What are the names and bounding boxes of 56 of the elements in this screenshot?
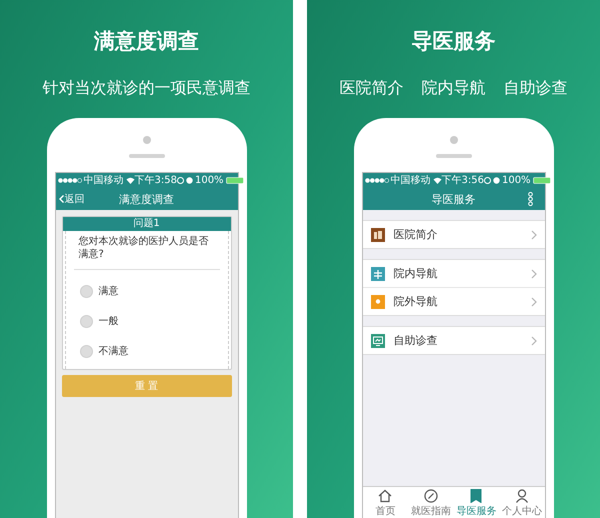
carrier-label: 中国移动: [390, 174, 430, 186]
chevron-right-icon: [530, 230, 536, 240]
compass-icon: [424, 489, 438, 503]
wifi-icon: [126, 177, 134, 184]
tab[interactable]: 首页: [362, 487, 408, 518]
promo-tagline: 医院简介: [340, 78, 404, 98]
option-label: 一般: [98, 315, 118, 328]
signal-icon: [364, 178, 388, 183]
status-time: 下午3:58: [134, 174, 177, 186]
option-label: 不满意: [98, 344, 128, 358]
home-icon: [378, 489, 392, 503]
more-icon[interactable]: [528, 192, 532, 206]
promo-tagline: 自助诊查: [504, 78, 568, 98]
answer-option[interactable]: 不满意: [66, 336, 228, 366]
back-button[interactable]: 返回: [58, 192, 84, 206]
menu-item[interactable]: 医院简介: [362, 221, 544, 248]
battery-label: 100%: [194, 174, 224, 186]
question-header: 问题1: [62, 217, 230, 231]
tab[interactable]: 导医服务: [454, 487, 499, 518]
chevron-right-icon: [530, 336, 536, 346]
lock-icon: [176, 177, 184, 184]
menu-item[interactable]: 院内导航: [362, 260, 544, 287]
camera-icon: [450, 136, 458, 144]
screen-title: 满意度调查: [119, 192, 174, 206]
person-icon: [514, 489, 529, 503]
chevron-left-icon: [58, 195, 64, 203]
battery-label: 100%: [502, 174, 531, 186]
question-text: 您对本次就诊的医护人员是否满意?: [78, 235, 210, 261]
tab[interactable]: 就医指南: [408, 487, 454, 518]
chevron-right-icon: [530, 268, 536, 278]
status-time: 下午3:56: [442, 174, 484, 186]
carrier-label: 中国移动: [84, 174, 124, 186]
tab[interactable]: 个人中心: [499, 487, 544, 518]
radio-button[interactable]: [80, 284, 92, 298]
alarm-icon: [492, 177, 500, 184]
earpiece-icon: [128, 154, 164, 158]
option-label: 满意: [98, 284, 118, 298]
answer-option[interactable]: 一般: [66, 306, 228, 336]
alarm-icon: [186, 177, 193, 184]
radio-button[interactable]: [80, 314, 92, 328]
lock-icon: [484, 177, 491, 184]
screen-title: 导医服务: [432, 192, 476, 206]
chevron-right-icon: [530, 296, 536, 306]
promo-tagline: 院内导航: [422, 78, 486, 98]
menu-item[interactable]: 自助诊查: [362, 327, 544, 354]
bookmark-icon: [469, 489, 484, 503]
radio-button[interactable]: [80, 344, 92, 358]
signal-icon: [58, 178, 82, 183]
earpiece-icon: [436, 154, 472, 158]
wifi-icon: [432, 177, 442, 184]
promo-tagline: 针对当次就诊的一项民意调查: [42, 78, 250, 98]
promo-title: 满意度调查: [94, 28, 199, 54]
promo-title: 导医服务: [412, 28, 496, 54]
menu-item[interactable]: 院外导航: [362, 287, 544, 315]
answer-option[interactable]: 满意: [66, 276, 228, 306]
camera-icon: [142, 136, 150, 144]
